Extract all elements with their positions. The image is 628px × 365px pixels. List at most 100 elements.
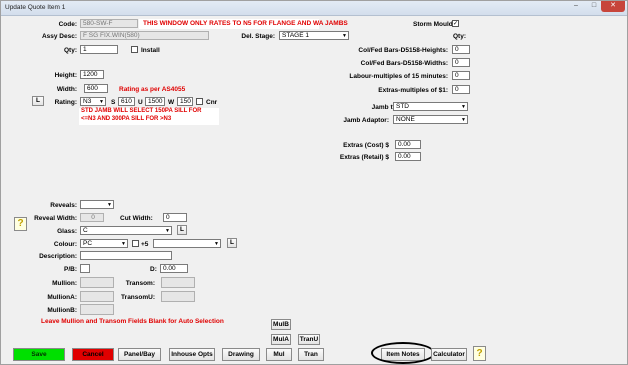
chevron-down-icon: ▼ — [461, 104, 466, 110]
transom-field[interactable] — [161, 277, 195, 288]
calculator-button[interactable]: Calculator — [431, 348, 467, 361]
cut-width-label: Cut Width: — [120, 215, 153, 222]
jamb-adaptor-value: NONE — [396, 116, 415, 123]
del-stage-select[interactable]: STAGE 1 ▼ — [279, 31, 349, 40]
extras-multiples-field[interactable]: 0 — [452, 85, 470, 94]
width-field[interactable]: 600 — [84, 84, 108, 93]
inhouse-opts-button[interactable]: Inhouse Opts — [169, 348, 215, 361]
extras-cost-field[interactable]: 0.00 — [395, 140, 421, 149]
chevron-down-icon: ▼ — [342, 33, 347, 39]
colfed-widths-field[interactable]: 0 — [452, 58, 470, 67]
chevron-down-icon: ▼ — [461, 117, 466, 123]
chevron-down-icon: ▼ — [107, 202, 112, 208]
cnr-label: Cnr — [206, 99, 218, 106]
colour-select[interactable]: PC ▼ — [80, 239, 128, 248]
colfed-heights-field[interactable]: 0 — [452, 45, 470, 54]
colfed-widths-label: Col/Fed Bars-D5158-Widths: — [360, 60, 448, 67]
extras-retail-field[interactable]: 0.00 — [395, 152, 421, 161]
mulb-button[interactable]: MulB — [271, 319, 291, 330]
tran-button[interactable]: Tran — [298, 348, 324, 361]
jamb-type-value: STD — [396, 103, 409, 110]
mullion-label: Mullion: — [52, 280, 77, 287]
width-label: Width: — [56, 86, 77, 93]
code-field[interactable]: 580-SW-F — [80, 19, 138, 28]
panel-bay-button[interactable]: Panel/Bay — [118, 348, 161, 361]
labour-label: Labour-multiples of 15 minutes: — [349, 73, 448, 80]
mullion-field[interactable] — [80, 277, 114, 288]
jamb-adaptor-label: Jamb Adaptor: — [343, 117, 389, 124]
rating-u-label: U — [138, 99, 143, 106]
plus5-label: +5 — [141, 241, 149, 248]
chevron-down-icon: ▼ — [99, 99, 104, 105]
close-icon[interactable]: ✕ — [601, 1, 625, 12]
assy-desc-field[interactable]: F SG FIX.WIN(580) — [80, 31, 209, 40]
install-checkbox[interactable] — [131, 46, 138, 53]
qty-field[interactable]: 1 — [80, 45, 118, 54]
chevron-down-icon: ▼ — [165, 228, 170, 234]
rating-l-button[interactable]: L — [32, 96, 44, 106]
rating-u-field[interactable]: 1500 — [145, 97, 165, 106]
cnr-checkbox[interactable] — [196, 98, 203, 105]
d-label: D: — [150, 266, 157, 273]
mula-button[interactable]: MulA — [271, 334, 291, 345]
tranu-button[interactable]: TranU — [298, 334, 320, 345]
height-field[interactable]: 1200 — [80, 70, 104, 79]
chevron-down-icon: ▼ — [214, 241, 219, 247]
storm-mould-checkbox[interactable]: ✓ — [452, 20, 459, 27]
transom-u-field[interactable] — [161, 291, 195, 302]
reveals-select[interactable]: ▼ — [80, 200, 114, 209]
jamb-type-select[interactable]: STD ▼ — [393, 102, 468, 111]
rating-s-field[interactable]: 610 — [118, 97, 135, 106]
del-stage-value: STAGE 1 — [282, 32, 309, 39]
description-field[interactable] — [80, 251, 172, 260]
highlight-ellipse — [371, 342, 435, 364]
banner-box: THIS WINDOW ONLY RATES TO N5 FOR FLANGE … — [139, 19, 348, 29]
colour-label: Colour: — [53, 241, 77, 248]
glass-value: C — [83, 227, 88, 234]
assy-desc-label: Assy Desc: — [41, 33, 77, 40]
window-title: Update Quote Item 1 — [5, 4, 66, 11]
mullion-a-field[interactable] — [80, 291, 114, 302]
mullion-note: Leave Mullion and Transom Fields Blank f… — [41, 318, 224, 325]
drawing-button[interactable]: Drawing — [222, 348, 260, 361]
mullion-b-field[interactable] — [80, 304, 114, 315]
reveal-width-label: Reveal Width: — [34, 215, 77, 222]
rating-value: N3 — [83, 98, 92, 105]
extras-cost-label: Extras (Cost) $ — [343, 142, 389, 149]
transom-label: Transom: — [125, 280, 155, 287]
cut-width-field[interactable]: 0 — [163, 213, 187, 222]
pb-field[interactable] — [80, 264, 90, 273]
quote-item-window: Update Quote Item 1 – □ ✕ Code: 580-SW-F… — [0, 0, 628, 365]
qty-header: Qty: — [453, 33, 466, 40]
glass-l-button[interactable]: L — [177, 225, 187, 235]
jamb-adaptor-select[interactable]: NONE ▼ — [393, 115, 468, 124]
colour-secondary-select[interactable]: ▼ — [153, 239, 221, 248]
extras-multiples-label: Extras-multiples of $1: — [378, 87, 448, 94]
mul-button[interactable]: Mul — [266, 348, 292, 361]
plus5-checkbox[interactable] — [132, 240, 139, 247]
qty-label: Qty: — [64, 47, 77, 54]
transom-u-label: TransomU: — [121, 294, 155, 301]
code-label: Code: — [58, 21, 77, 28]
height-label: Height: — [54, 72, 77, 79]
colour-l-button[interactable]: L — [227, 238, 237, 248]
rating-note: Rating as per AS4055 — [119, 86, 186, 93]
rating-w-field[interactable]: 150 — [177, 97, 193, 106]
help-icon[interactable]: ? — [473, 346, 486, 361]
description-label: Description: — [39, 253, 77, 260]
minimize-icon[interactable]: – — [567, 1, 585, 12]
jamb-note-box: STD JAMB WILL SELECT 150PA SILL FOR <=N3… — [79, 108, 219, 125]
help-icon[interactable]: ? — [14, 217, 27, 231]
d-field[interactable]: 0.00 — [160, 264, 188, 273]
install-label: Install — [141, 47, 160, 54]
chevron-down-icon: ▼ — [121, 241, 126, 247]
mullion-a-label: MullionA: — [47, 294, 77, 301]
save-button[interactable]: Save — [13, 348, 65, 361]
extras-retail-label: Extras (Retail) $ — [339, 154, 389, 161]
rating-select[interactable]: N3 ▼ — [80, 97, 106, 106]
cancel-button[interactable]: Cancel — [72, 348, 114, 361]
labour-field[interactable]: 0 — [452, 71, 470, 80]
glass-select[interactable]: C ▼ — [80, 226, 172, 235]
reveal-width-field[interactable]: 0 — [80, 213, 104, 222]
del-stage-label: Del. Stage: — [241, 33, 275, 40]
